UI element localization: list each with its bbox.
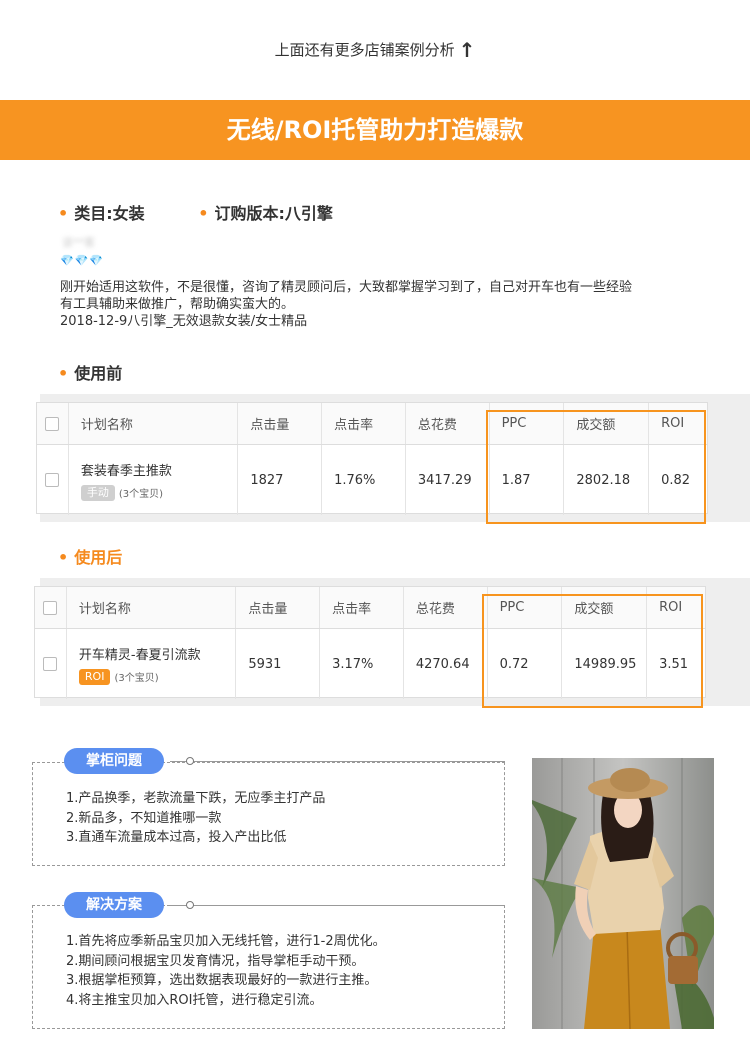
plan-title[interactable]: 开车精灵-春夏引流款 [79,644,201,663]
header-ppc: PPC [488,587,563,628]
row-select-cell [35,629,67,699]
select-all-checkbox[interactable] [43,600,58,615]
list-item: 3.直通车流量成本过高，投入产出比低 [66,830,287,845]
before-label: • 使用前 [58,360,122,384]
clicks-value: 1827 [238,445,323,515]
page-banner: 无线/ROI托管助力打造爆款 [0,100,750,160]
roi-tag: ROI [78,668,111,685]
after-table-panel: 计划名称 点击量 点击率 总花费 PPC 成交额 ROI 开车精灵-春夏引流款 … [34,578,750,708]
item-count: (3个宝贝) [118,489,164,500]
after-label-text: 使用后 [74,548,123,567]
before-table-panel: 计划名称 点击量 点击率 总花费 PPC 成交额 ROI 套装春季主推款 手动(… [36,394,750,524]
solutions-list: 1.首先将应季新品宝贝加入无线托管，进行1-2周优化。 2.期间顾问根据宝贝发育… [66,932,386,1010]
list-item: 4.将主推宝贝加入ROI托管，进行稳定引流。 [66,992,323,1008]
problems-title: 掌柜问题 [64,748,164,774]
more-cases-text: 上面还有更多店铺案例分析 [274,41,455,59]
ppc-value: 0.72 [488,629,563,699]
list-item: 1.产品换季，老款流量下跌，无应季主打产品 [66,791,326,806]
case-meta: • 类目:女装 • 订购版本:八引擎 [58,200,333,224]
plan-subinfo: 手动 (3个宝贝) [80,484,164,501]
header-cost: 总花费 [406,403,490,444]
list-item: 2.期间顾问根据宝贝发育情况，指导掌柜手动干预。 [66,953,365,969]
before-label-text: 使用前 [74,364,123,383]
ctr-value: 3.17% [320,629,404,699]
plan-title[interactable]: 套装春季主推款 [81,460,172,479]
table-row: 开车精灵-春夏引流款 ROI (3个宝贝) 5931 3.17% 4270.64 … [35,629,705,699]
arrow-up-icon: ↑ [458,38,476,62]
solutions-title: 解决方案 [64,892,164,918]
manual-tag: 手动 [80,484,115,501]
roi-value: 3.51 [659,656,689,672]
model-photo [532,758,714,1029]
header-plan-name: 计划名称 [69,403,239,444]
version-text: 订购版本:八引擎 [214,204,333,223]
plan-name-cell: 套装春季主推款 手动 (3个宝贝) [69,445,239,515]
roi-value: 0.82 [661,472,691,488]
header-cost: 总花费 [404,587,488,628]
deal-value: 14989.95 [562,629,648,699]
after-label: • 使用后 [58,544,122,568]
select-all-cell [35,587,67,628]
deal-value: 2802.18 [564,445,650,515]
cost-value: 3417.29 [406,445,490,515]
table-header-row: 计划名称 点击量 点击率 总花费 PPC 成交额 ROI [35,587,705,629]
header-ppc: PPC [490,403,565,444]
row-select-cell [37,445,69,515]
connector-dot-icon [186,757,194,765]
item-count: (3个宝贝) [114,673,159,684]
row-checkbox[interactable] [43,657,58,671]
ctr-value: 1.76% [322,445,406,515]
meta-category: • 类目:女装 [58,200,145,224]
review-line: 有工具辅助来做推广，帮助确实蛮大的。 [60,297,295,312]
row-checkbox[interactable] [45,473,60,487]
model-illustration [532,758,714,1029]
review-date-line: 2018-12-9八引擎_无效退款女装/女士精品 [60,314,308,329]
bullet-icon: • [58,548,69,567]
header-ctr: 点击率 [320,587,404,628]
clicks-value: 5931 [236,629,321,699]
table-header-row: 计划名称 点击量 点击率 总花费 PPC 成交额 ROI [37,403,707,445]
review-line: 刚开始适用这软件，不是很懂，咨询了精灵顾问后，大致都掌握学习到了，自己对开车也有… [60,280,633,295]
plan-subinfo: ROI (3个宝贝) [78,668,159,685]
header-clicks: 点击量 [238,403,323,444]
list-item: 2.新品多，不知道推哪一款 [66,810,222,826]
header-plan-name: 计划名称 [67,587,237,628]
connector-line [194,905,505,906]
reviewer-name: 该**客 [62,236,95,249]
list-item: 3.根据掌柜预算，选出数据表现最好的一款进行主推。 [66,973,378,988]
plan-name-cell: 开车精灵-春夏引流款 ROI (3个宝贝) [67,629,237,699]
cost-value: 4270.64 [404,629,488,699]
select-all-checkbox[interactable] [45,416,60,431]
header-roi: ROI [659,600,683,615]
problems-list: 1.产品换季，老款流量下跌，无应季主打产品 2.新品多，不知道推哪一款 3.直通… [66,789,325,848]
bullet-icon: • [198,204,209,223]
header-deal: 成交额 [564,403,650,444]
connector-dot-icon [186,901,194,909]
review-text: 刚开始适用这软件，不是很懂，咨询了精灵顾问后，大致都掌握学习到了，自己对开车也有… [60,279,710,330]
meta-version: • 订购版本:八引擎 [198,200,333,224]
diamond-rating-icon: 💎💎💎 [60,254,105,267]
after-table: 计划名称 点击量 点击率 总花费 PPC 成交额 ROI 开车精灵-春夏引流款 … [34,586,706,708]
table-row: 套装春季主推款 手动 (3个宝贝) 1827 1.76% 3417.29 1.87… [37,445,707,515]
header-deal: 成交额 [562,587,648,628]
before-table: 计划名称 点击量 点击率 总花费 PPC 成交额 ROI 套装春季主推款 手动(… [36,402,708,524]
connector-line [194,761,505,762]
select-all-cell [37,403,69,444]
bullet-icon: • [58,204,69,223]
category-text: 类目:女装 [74,204,145,223]
ppc-value: 1.87 [490,445,565,515]
list-item: 1.首先将应季新品宝贝加入无线托管，进行1-2周优化。 [66,934,386,949]
header-ctr: 点击率 [322,403,406,444]
more-cases-link[interactable]: 上面还有更多店铺案例分析 ↑ [0,38,750,62]
header-clicks: 点击量 [236,587,321,628]
banner-title: 无线/ROI托管助力打造爆款 [226,116,524,144]
header-roi: ROI [661,416,685,431]
bullet-icon: • [58,364,69,383]
